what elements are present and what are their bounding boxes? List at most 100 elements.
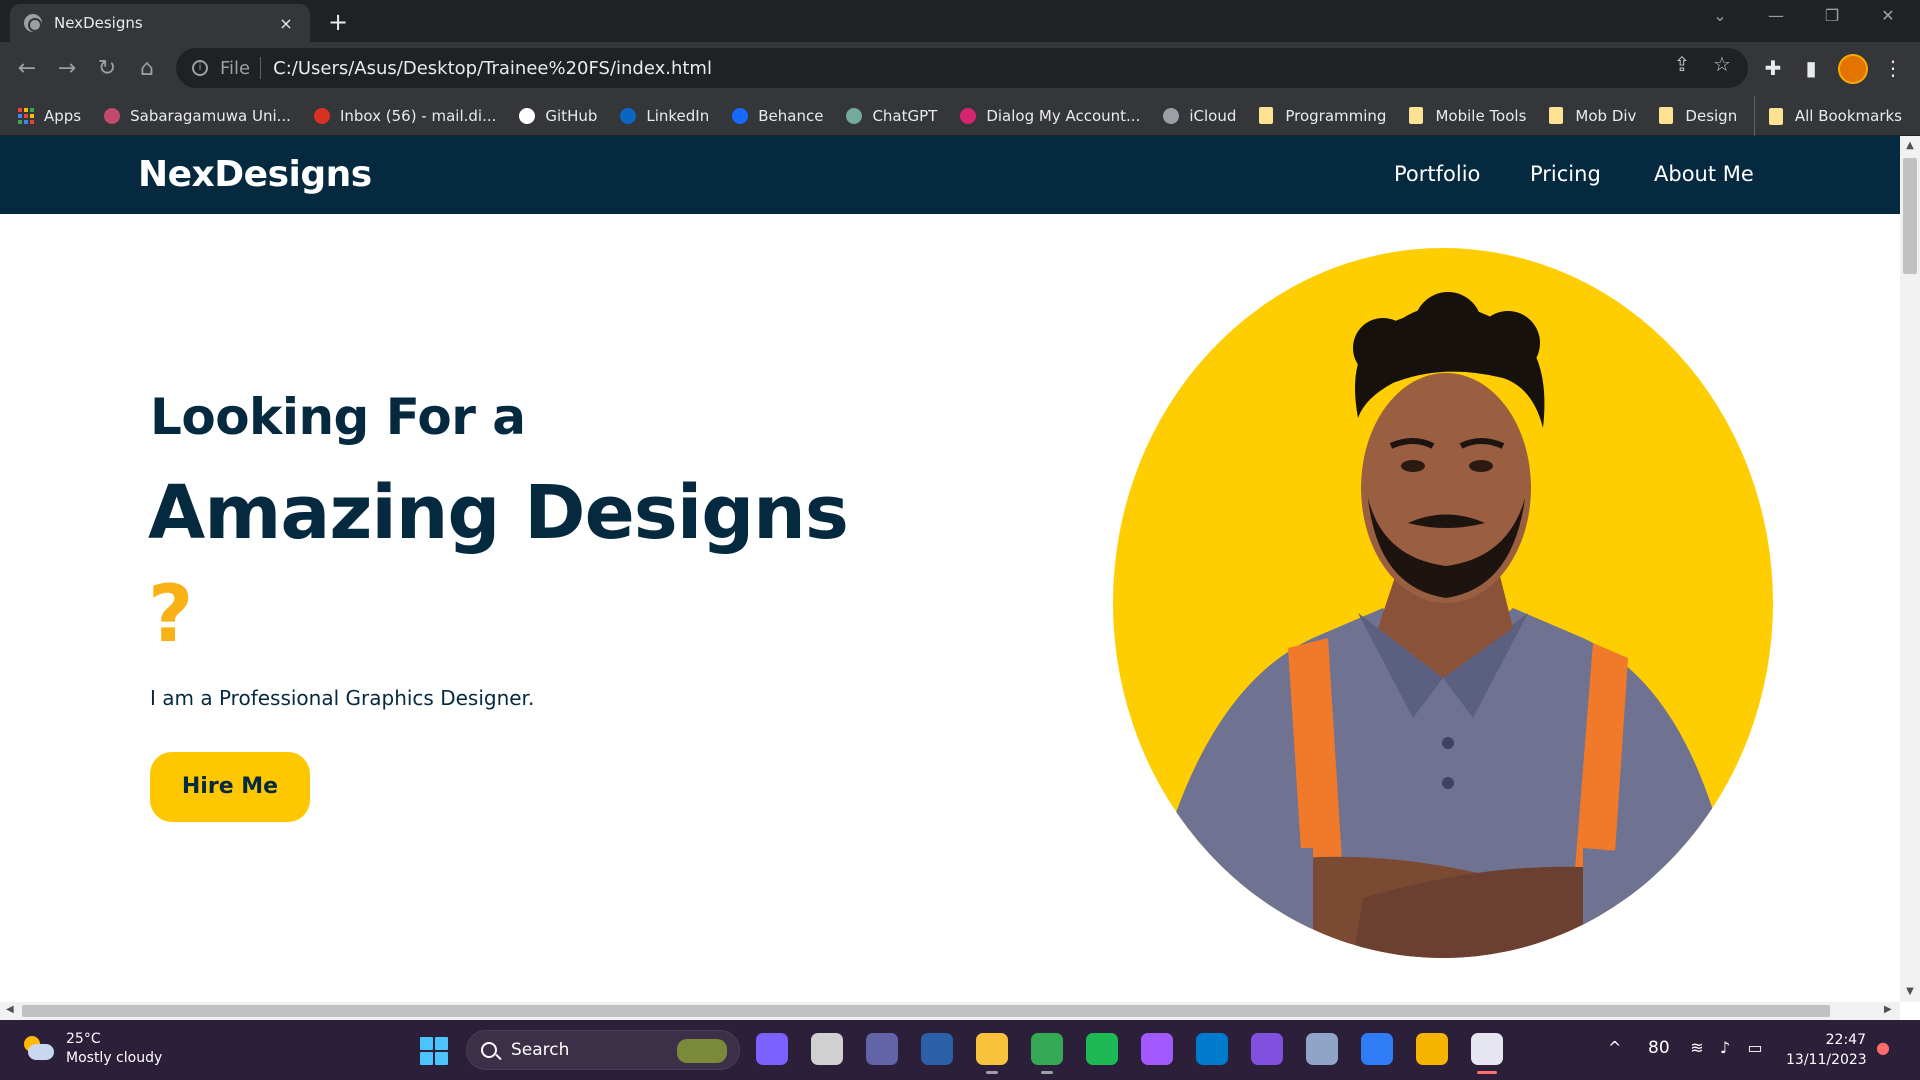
bookmark-favicon-icon [620,107,637,124]
browser-toolbar: ← → ↻ ⌂ i File C:/Users/Asus/Desktop/Tra… [0,42,1920,96]
task-view-icon[interactable] [811,1033,843,1065]
bookmark-label: Inbox (56) - mail.di... [339,106,497,125]
bookmark-label: Mobile Tools [1435,106,1527,125]
info-icon[interactable]: i [192,60,208,76]
windows-start-icon[interactable] [420,1037,448,1065]
all-bookmarks-label: All Bookmarks [1794,107,1902,125]
nav-link-portfolio[interactable]: Portfolio [1394,162,1480,186]
menu-kebab-icon[interactable]: ⋮ [1880,56,1906,80]
windows-taskbar: 25°C Mostly cloudy Search ^ 80 ≋ ♪ ▭ 22:… [0,1020,1920,1080]
address-bar[interactable]: i File C:/Users/Asus/Desktop/Trainee%20F… [176,48,1748,88]
bookmark-item[interactable]: Mobile Tools [1409,107,1526,125]
site-navbar: NexDesigns Portfolio Pricing About Me [0,136,1900,214]
colorful-app-icon[interactable] [1416,1033,1448,1065]
address-url[interactable]: C:/Users/Asus/Desktop/Trainee%20FS/index… [273,58,712,79]
site-brand-logo[interactable]: NexDesigns [138,154,372,195]
folder-icon [1409,107,1424,124]
file-explorer-icon[interactable] [976,1033,1008,1074]
app-store-icon[interactable] [1361,1033,1393,1065]
bookmark-item[interactable]: Behance [732,107,823,125]
bookmark-item[interactable]: Apps [18,107,81,125]
home-icon[interactable]: ⌂ [132,54,162,84]
hero-heading-large: Amazing Designs [148,470,849,556]
bookmark-favicon-icon [519,107,536,124]
bookmark-label: GitHub [545,106,598,125]
profile-avatar[interactable] [1838,54,1868,84]
minimize-button[interactable]: — [1756,6,1796,25]
github-desktop-icon[interactable] [1251,1033,1283,1065]
wifi-icon[interactable]: ≋ [1686,1038,1708,1057]
folder-icon [1549,107,1564,124]
copilot-icon[interactable] [756,1033,788,1065]
teams-icon[interactable] [866,1033,898,1065]
battery-icon[interactable]: ▭ [1744,1038,1766,1057]
tab-search-chevron-icon[interactable]: ⌄ [1700,6,1740,25]
bookmark-item[interactable]: Sabaragamuwa Uni... [104,107,291,125]
figma-icon[interactable] [1141,1033,1173,1065]
all-bookmarks-button[interactable]: All Bookmarks [1753,96,1902,136]
bookmark-label: Sabaragamuwa Uni... [130,106,291,125]
bookmark-item[interactable]: iCloud [1163,107,1236,125]
horizontal-scroll-thumb[interactable] [22,1005,1830,1017]
vertical-scrollbar[interactable]: ▲ ▼ [1900,136,1920,1002]
bookmark-item[interactable]: GitHub [519,107,597,125]
bookmark-item[interactable]: Programming [1259,107,1386,125]
back-arrow-icon[interactable]: ← [12,54,42,84]
bookmark-label: Design [1685,106,1738,125]
tray-number[interactable]: 80 [1648,1038,1670,1058]
scroll-left-arrow-icon[interactable]: ◀ [6,1004,14,1015]
weather-widget[interactable]: 25°C Mostly cloudy [22,1030,162,1068]
bookmark-favicon-icon [313,107,330,124]
bookmark-star-icon[interactable]: ☆ [1710,52,1734,76]
notification-bell-icon[interactable]: ● [1876,1038,1890,1057]
vscode-icon[interactable] [1196,1033,1228,1065]
chrome-icon[interactable] [1031,1033,1063,1074]
bookmark-item[interactable]: Mob Div [1549,107,1636,125]
bookmark-label: ChatGPT [872,106,938,125]
page-viewport: NexDesigns Portfolio Pricing About Me Lo… [0,136,1900,1002]
bookmark-favicon-icon [960,107,977,124]
horizontal-scrollbar[interactable]: ◀ ▶ [0,1002,1900,1020]
folder-icon [1768,107,1783,125]
volume-icon[interactable]: ♪ [1714,1038,1736,1057]
bookmark-item[interactable]: Dialog My Account... [960,107,1140,125]
chart-app-icon[interactable] [1306,1033,1338,1065]
scroll-down-arrow-icon[interactable]: ▼ [1900,986,1920,997]
taskbar-search-label: Search [511,1040,570,1060]
browser-tab[interactable]: NexDesigns × [10,4,310,42]
hire-me-button[interactable]: Hire Me [150,752,310,822]
bookmark-label: Apps [44,106,82,125]
snipping-tool-icon[interactable] [1471,1033,1503,1074]
tray-overflow-chevron-icon[interactable]: ^ [1608,1038,1621,1057]
globe-icon [24,14,42,32]
reload-icon[interactable]: ↻ [92,54,122,84]
spotify-icon[interactable] [1086,1033,1118,1065]
nav-link-pricing[interactable]: Pricing [1530,162,1601,186]
hero-subtitle: I am a Professional Graphics Designer. [150,686,535,710]
nav-link-about-me[interactable]: About Me [1654,162,1754,186]
tab-close-button[interactable]: × [276,14,296,33]
new-tab-button[interactable]: + [324,8,352,36]
apps-grid-icon [18,107,34,124]
share-icon[interactable]: ⇪ [1670,52,1694,76]
vertical-scroll-thumb[interactable] [1903,158,1917,274]
bookmark-item[interactable]: Inbox (56) - mail.di... [313,106,497,125]
bookmark-label: Mob Div [1575,106,1637,125]
restore-button[interactable]: ❐ [1812,6,1852,25]
bookmark-item[interactable]: Design [1659,107,1737,125]
bookmark-favicon-icon [104,107,121,124]
weather-description: Mostly cloudy [66,1050,163,1066]
scroll-right-arrow-icon[interactable]: ▶ [1884,1004,1892,1015]
bookmark-label: Programming [1285,106,1387,125]
side-panel-icon[interactable]: ▮ [1798,56,1824,80]
bookmark-item[interactable]: LinkedIn [620,107,709,125]
taskbar-search-box[interactable]: Search [466,1030,740,1070]
forward-arrow-icon[interactable]: → [52,54,82,84]
scroll-up-arrow-icon[interactable]: ▲ [1900,140,1920,151]
system-clock[interactable]: 22:47 13/11/2023 [1786,1030,1867,1070]
hero-heading-small: Looking For a [150,388,526,446]
extensions-icon[interactable]: ✚ [1760,56,1786,80]
close-window-button[interactable]: ✕ [1868,6,1908,25]
powershell-icon[interactable] [921,1033,953,1065]
bookmark-item[interactable]: ChatGPT [846,107,937,125]
